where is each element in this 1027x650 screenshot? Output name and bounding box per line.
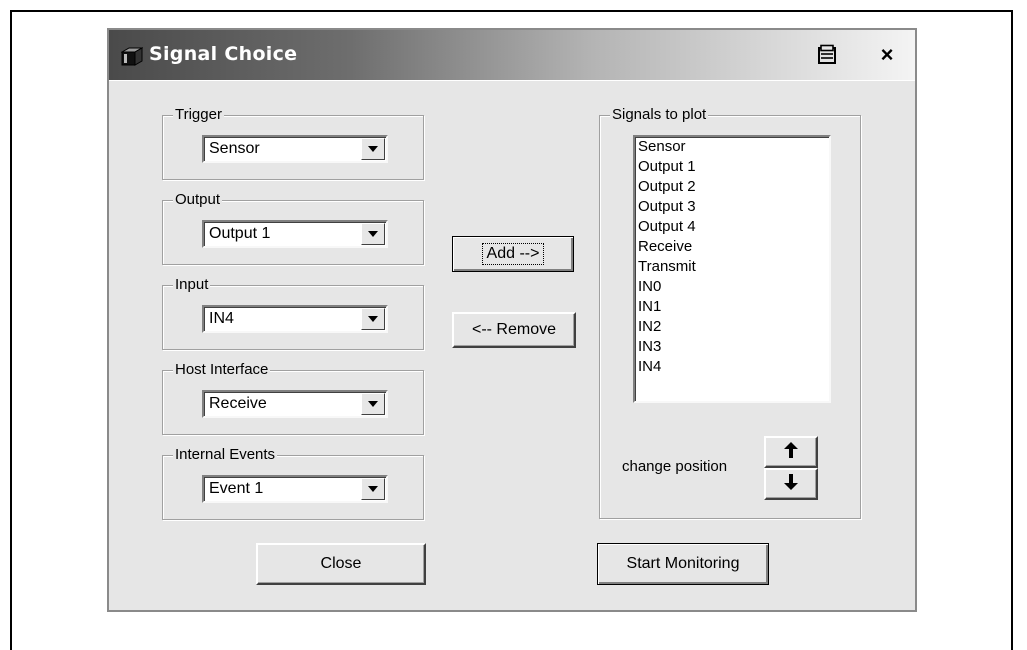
signals-to-plot-label: Signals to plot (610, 105, 709, 125)
change-position-label: change position (622, 458, 728, 475)
list-item[interactable]: Output 2 (635, 177, 829, 197)
move-up-button[interactable] (764, 436, 818, 468)
window-title: Signal Choice (149, 43, 298, 65)
output-group: Output Output 1 (162, 190, 424, 265)
list-item[interactable]: Output 4 (635, 217, 829, 237)
trigger-group: Trigger Sensor (162, 105, 424, 180)
list-item[interactable]: IN0 (635, 277, 829, 297)
trigger-select-value: Sensor (209, 140, 260, 157)
list-item[interactable]: IN1 (635, 297, 829, 317)
chevron-down-icon[interactable] (361, 393, 385, 415)
add-button[interactable]: Add --> (452, 236, 574, 272)
list-item[interactable]: Output 1 (635, 157, 829, 177)
list-item[interactable]: Sensor (635, 137, 829, 157)
internal-events-group-label: Internal Events (173, 445, 278, 465)
output-select[interactable]: Output 1 (202, 220, 388, 248)
input-select[interactable]: IN4 (202, 305, 388, 333)
start-monitoring-button-label: Start Monitoring (626, 555, 740, 572)
chevron-down-icon[interactable] (361, 138, 385, 160)
arrow-down-icon (784, 473, 798, 495)
internal-events-select-value: Event 1 (209, 480, 264, 497)
trigger-select[interactable]: Sensor (202, 135, 388, 163)
list-item[interactable]: IN3 (635, 337, 829, 357)
dialog-client-area: Trigger Sensor Output Output 1 Input IN4… (109, 80, 915, 610)
host-interface-group-label: Host Interface (173, 360, 271, 380)
input-select-value: IN4 (209, 310, 234, 327)
pin-window-icon[interactable] (814, 43, 840, 67)
list-item[interactable]: Transmit (635, 257, 829, 277)
list-item[interactable]: Receive (635, 237, 829, 257)
list-item[interactable]: IN2 (635, 317, 829, 337)
remove-button-label: <-- Remove (471, 321, 557, 338)
internal-events-group: Internal Events Event 1 (162, 445, 424, 520)
close-button[interactable]: Close (256, 543, 426, 585)
chevron-down-icon[interactable] (361, 478, 385, 500)
host-interface-group: Host Interface Receive (162, 360, 424, 435)
chevron-down-icon[interactable] (361, 223, 385, 245)
chevron-down-icon[interactable] (361, 308, 385, 330)
start-monitoring-button[interactable]: Start Monitoring (597, 543, 769, 585)
trigger-group-label: Trigger (173, 105, 224, 125)
output-group-label: Output (173, 190, 223, 210)
signals-listbox[interactable]: Sensor Output 1 Output 2 Output 3 Output… (633, 135, 831, 403)
list-item[interactable]: IN4 (635, 357, 829, 377)
title-bar[interactable]: Signal Choice × (109, 30, 915, 80)
input-group: Input IN4 (162, 275, 424, 350)
remove-button[interactable]: <-- Remove (452, 312, 576, 348)
app-box-icon (120, 46, 144, 66)
add-button-label: Add --> (481, 243, 545, 265)
signals-to-plot-group: Signals to plot Sensor Output 1 Output 2… (599, 105, 861, 519)
move-down-button[interactable] (764, 468, 818, 500)
output-select-value: Output 1 (209, 225, 271, 242)
signal-choice-dialog: Signal Choice × Trigger Sensor Output Ou… (107, 28, 917, 612)
close-button-label: Close (320, 555, 362, 572)
host-interface-select-value: Receive (209, 395, 267, 412)
close-icon[interactable]: × (874, 42, 900, 67)
internal-events-select[interactable]: Event 1 (202, 475, 388, 503)
arrow-up-icon (784, 441, 798, 463)
host-interface-select[interactable]: Receive (202, 390, 388, 418)
input-group-label: Input (173, 275, 211, 295)
list-item[interactable]: Output 3 (635, 197, 829, 217)
